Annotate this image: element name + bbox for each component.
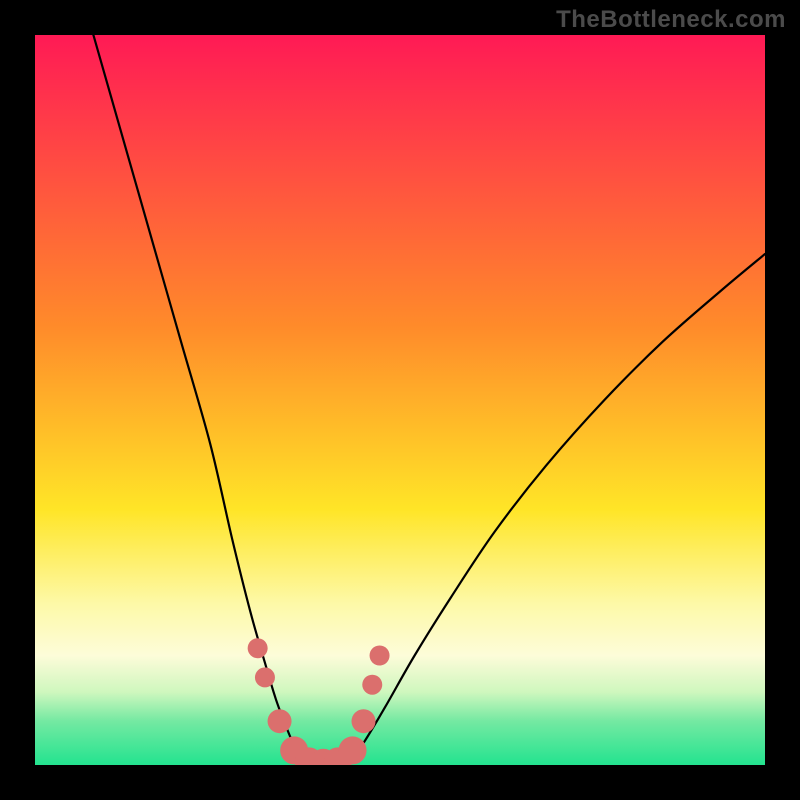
marker-dot: [268, 709, 292, 733]
watermark-text: TheBottleneck.com: [556, 6, 786, 34]
marker-dot: [370, 646, 390, 666]
marker-dot: [255, 667, 275, 687]
chart-frame: TheBottleneck.com: [0, 0, 800, 800]
marker-dot: [352, 709, 376, 733]
chart-svg: [35, 35, 765, 765]
marker-dot: [362, 675, 382, 695]
marker-dot: [248, 638, 268, 658]
gradient-bg: [35, 35, 765, 765]
marker-dot: [339, 736, 367, 764]
plot-area: [35, 35, 765, 765]
